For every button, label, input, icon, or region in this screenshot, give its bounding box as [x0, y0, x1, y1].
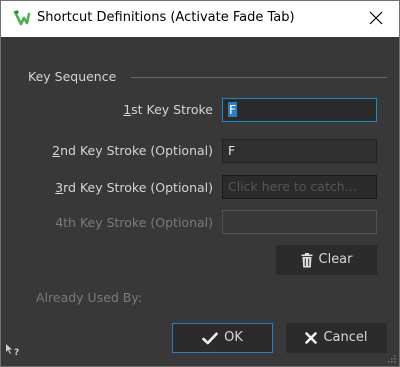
ok-button-label: OK — [224, 330, 243, 345]
first-key-stroke-label: 1st Key Stroke — [123, 102, 213, 117]
second-key-stroke-field[interactable]: F — [222, 139, 377, 163]
close-button[interactable] — [359, 2, 393, 34]
context-help-icon[interactable]: ? — [5, 343, 23, 357]
wavelab-logo-icon — [13, 10, 31, 26]
trash-icon — [301, 252, 312, 267]
shortcut-definitions-dialog: Shortcut Definitions (Activate Fade Tab)… — [0, 0, 400, 367]
resize-grip-icon[interactable] — [386, 353, 396, 363]
ok-button[interactable]: OK — [172, 323, 273, 353]
key-sequence-group-label: Key Sequence — [28, 69, 117, 84]
window-title: Shortcut Definitions (Activate Fade Tab) — [37, 10, 295, 25]
title-bar[interactable]: Shortcut Definitions (Activate Fade Tab) — [1, 1, 399, 37]
clear-button[interactable]: Clear — [276, 245, 377, 275]
third-key-stroke-label: 3rd Key Stroke (Optional) — [55, 180, 213, 195]
group-divider — [131, 77, 387, 78]
first-key-stroke-value: F — [228, 102, 238, 117]
fourth-key-stroke-label: 4th Key Stroke (Optional) — [55, 215, 213, 230]
cancel-button[interactable]: Cancel — [286, 323, 387, 353]
close-icon — [369, 11, 383, 25]
svg-text:?: ? — [14, 348, 19, 357]
dialog-body — [1, 37, 399, 366]
fourth-key-stroke-field — [222, 210, 377, 234]
already-used-by-label: Already Used By: — [36, 290, 143, 305]
third-key-stroke-field[interactable]: Click here to catch... — [222, 175, 377, 199]
clear-button-label: Clear — [318, 252, 353, 267]
third-key-stroke-placeholder: Click here to catch... — [228, 179, 357, 194]
first-key-stroke-field[interactable]: F — [222, 98, 377, 122]
cancel-button-label: Cancel — [323, 330, 368, 345]
x-mark-icon — [305, 332, 318, 344]
second-key-stroke-label: 2nd Key Stroke (Optional) — [52, 143, 213, 158]
checkmark-icon — [202, 332, 218, 344]
second-key-stroke-value: F — [228, 143, 236, 158]
